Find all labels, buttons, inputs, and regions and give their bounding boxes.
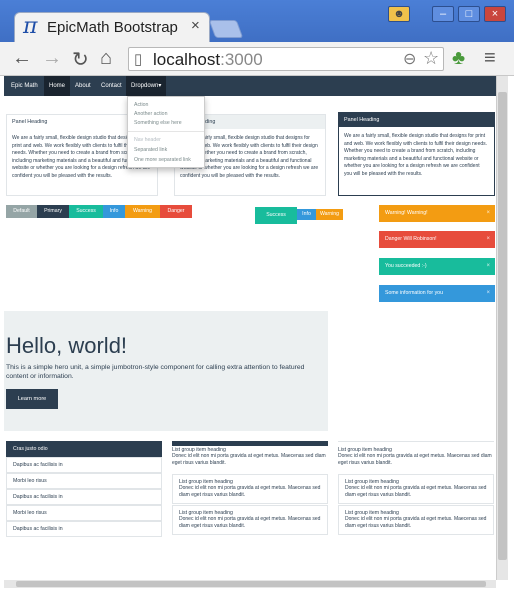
address-bar[interactable]: ▯ localhost:3000 ⊖ ☆ [128,47,444,71]
panel-heading: Panel Heading [339,113,494,127]
danger-alert: Danger Will Robinson! × [379,231,495,248]
scrollbar-thumb[interactable] [498,92,507,560]
url-port: :3000 [220,50,263,69]
list-group-item-text: Donec id elit non mi porta gravida at eg… [345,516,487,529]
dropdown-header: Nav header [134,137,161,143]
menu-icon[interactable]: ≡ [484,47,496,70]
page-viewport: Epic Math Home About Contact Dropdown▾ A… [4,76,496,580]
list-group-item[interactable]: List group item heading Donec id elit no… [338,474,494,504]
alert-text: Some information for you [385,290,443,296]
info-button[interactable]: Info [103,205,125,218]
back-arrow-icon[interactable]: ← [12,47,32,70]
list-group-item-text: Donec id elit non mi porta gravida at eg… [179,516,321,529]
panel-primary: Panel Heading We are a fairly small, fle… [338,112,495,196]
pi-favicon-icon: π [23,14,38,39]
dropdown-item[interactable]: Action [134,102,148,108]
bookmark-star-icon[interactable]: ☆ [423,48,439,69]
warning-button[interactable]: Warning [125,205,160,218]
list-item[interactable]: Morbi leo risus [6,473,162,489]
dropdown-item[interactable]: Something else here [134,120,182,126]
alert-close-icon[interactable]: × [486,258,490,275]
list-group-item[interactable]: List group item heading Donec id elit no… [172,447,328,467]
alert-text: You succeeded :-) [385,263,427,269]
navbar-brand[interactable]: Epic Math [6,76,43,96]
jumbotron: Hello, world! This is a simple hero unit… [4,311,328,431]
primary-button[interactable]: Primary [37,205,69,218]
group-success-button[interactable]: Success [255,207,297,224]
close-window-icon[interactable]: × [484,6,506,22]
list-group-item-text: Donec id elit non mi porta gravida at eg… [179,485,321,498]
navbar: Epic Math Home About Contact Dropdown▾ [4,76,496,96]
dropdown-item[interactable]: One more separated link [134,157,191,163]
alert-text: Warning! Warning! [385,210,428,216]
warning-alert: Warning! Warning! × [379,205,495,222]
maximize-icon[interactable]: □ [458,6,480,22]
alert-close-icon[interactable]: × [486,231,490,248]
nav-about[interactable]: About [70,76,96,96]
forward-arrow-icon[interactable]: → [42,47,62,70]
tab-close-icon[interactable]: × [191,17,200,34]
list-item[interactable]: Morbi leo risus [6,505,162,521]
nav-dropdown[interactable]: Dropdown▾ [126,76,167,96]
dropdown-divider [128,131,204,132]
list-group-item-text: Donec id elit non mi porta gravida at eg… [172,453,326,466]
dropdown-item[interactable]: Separated link [134,147,167,153]
home-icon[interactable]: ⌂ [100,47,112,70]
nav-contact[interactable]: Contact [96,76,127,96]
list-item[interactable]: Dapibus ac facilisis in [6,489,162,505]
nav-home[interactable]: Home [44,76,71,96]
info-alert: Some information for you × [379,285,495,302]
dropdown-item[interactable]: Another action [134,111,167,117]
list-group-item[interactable]: List group item heading Donec id elit no… [338,505,494,535]
url-host: localhost [153,50,221,69]
panel-body: We are a fairly small, flexible design s… [344,133,488,177]
list-group-divider [338,441,494,442]
alert-text: Danger Will Robinson! [385,236,437,242]
default-button[interactable]: Default [6,205,37,218]
alert-close-icon[interactable]: × [486,285,490,302]
group-warning-button[interactable]: Warning [316,209,343,220]
list-item[interactable]: Dapibus ac facilisis in [6,457,162,473]
success-alert: You succeeded :-) × [379,258,495,275]
list-group-item[interactable]: List group item heading Donec id elit no… [172,474,328,504]
tab-title: EpicMath Bootstrap [47,19,178,36]
list-group-item[interactable]: List group item heading Donec id elit no… [338,447,494,467]
browser-tab[interactable]: π EpicMath Bootstrap × [14,12,210,44]
horizontal-scrollbar-thumb[interactable] [16,581,486,587]
list-group-item[interactable]: List group item heading Donec id elit no… [172,505,328,535]
browser-toolbar: ← → ↻ ⌂ ▯ localhost:3000 ⊖ ☆ ♣ ≡ [0,42,514,76]
list-item-active[interactable]: Cras justo odio [6,441,162,457]
minimize-icon[interactable]: – [432,6,454,22]
user-profile-icon[interactable]: ☻ [388,6,410,22]
learn-more-button[interactable]: Learn more [6,389,58,409]
list-group-item-text: Donec id elit non mi porta gravida at eg… [338,453,492,466]
list-item[interactable]: Dapibus ac facilisis in [6,521,162,537]
group-info-button[interactable]: Info [297,209,316,220]
caret-down-icon: ▾ [158,83,162,89]
danger-button[interactable]: Danger [160,205,192,218]
jumbotron-text: This is a simple hero unit, a simple jum… [6,364,305,380]
nav-dropdown-label: Dropdown [131,83,159,89]
alert-close-icon[interactable]: × [486,205,490,222]
jumbotron-heading: Hello, world! [6,333,128,358]
list-group-item-text: Donec id elit non mi porta gravida at eg… [345,485,487,498]
extension-icon[interactable]: ♣ [452,47,465,70]
reload-icon[interactable]: ↻ [72,47,89,72]
page-icon: ▯ [134,51,143,68]
list-group-active-bar [172,441,328,446]
dropdown-menu: Action Another action Something else her… [127,96,205,168]
zoom-icon[interactable]: ⊖ [403,49,416,69]
success-button[interactable]: Success [69,205,103,218]
